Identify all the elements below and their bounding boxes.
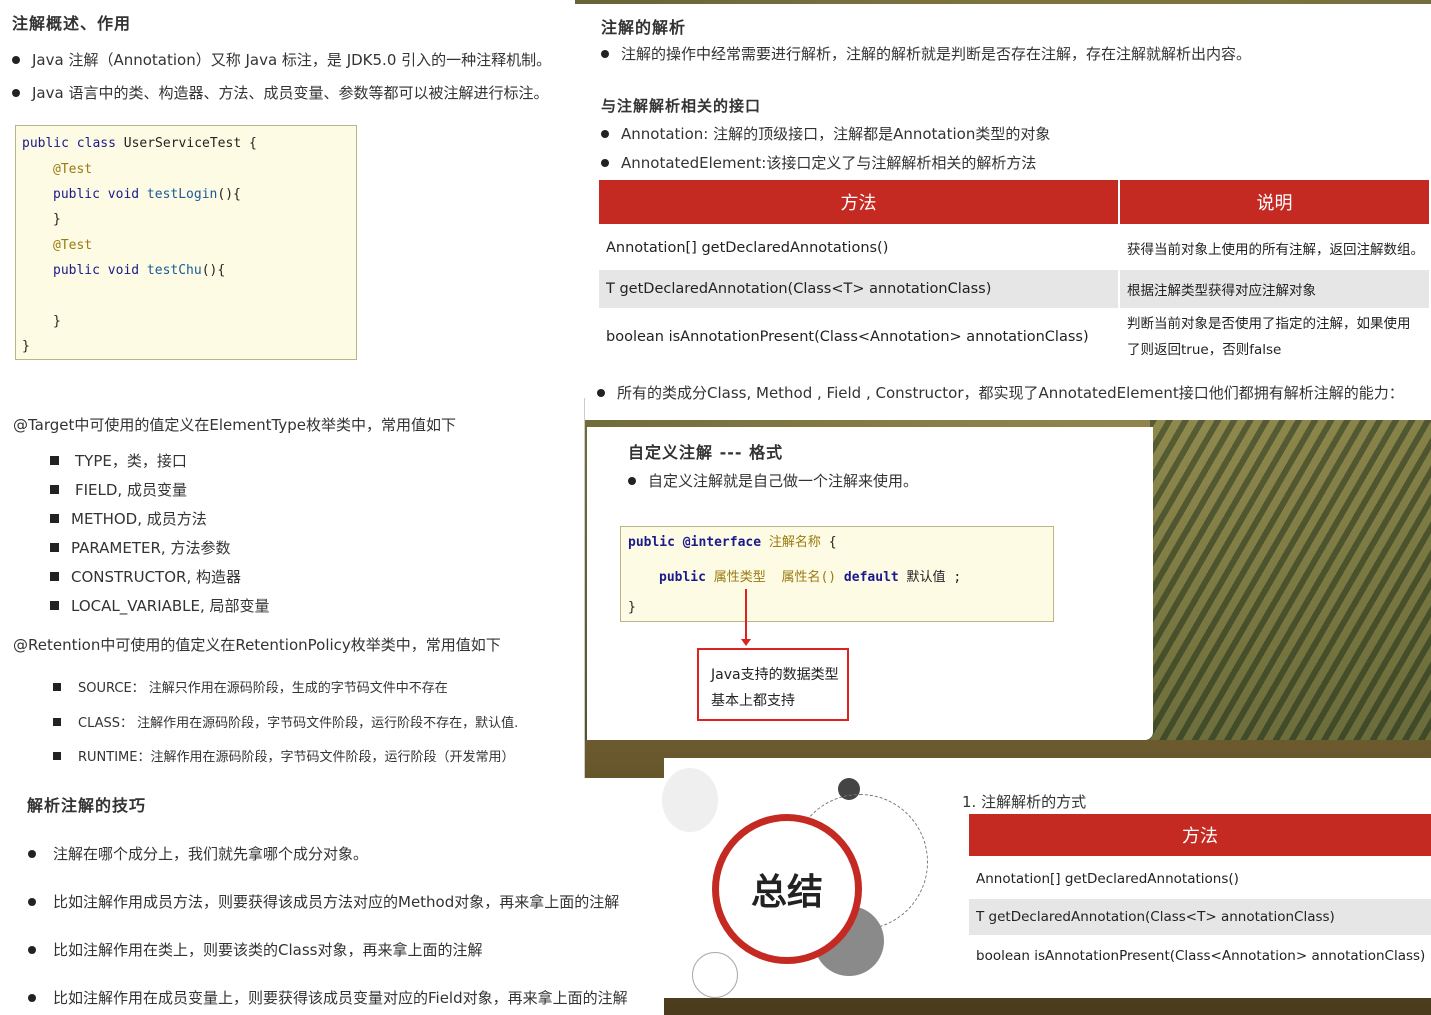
tips-item: 比如注解作用成员方法，则要获得该成员方法对应的Method对象，再来拿上面的注解	[28, 891, 619, 912]
code-example: public class UserServiceTest { @Test pub…	[15, 125, 357, 360]
table-cell-desc: 判断当前对象是否使用了指定的注解，如果使用了则返回true，否则false	[1127, 316, 1411, 358]
bullet-square	[53, 751, 61, 760]
retention-item: RUNTIME：注解作用在源码阶段，字节码文件阶段，运行阶段（开发常用）	[53, 746, 514, 765]
tips-item: 比如注解作用在类上，则要该类的Class对象，再来拿上面的注解	[28, 939, 482, 960]
intro-title: 注解概述、作用	[12, 14, 132, 33]
parse-bullet: 注解的操作中经常需要进行解析，注解的解析就是判断是否存在注解，存在注解就解析出内…	[601, 43, 1421, 64]
target-item: METHOD, 成员方法	[50, 508, 207, 529]
bullet-dot	[28, 850, 36, 858]
bullet-dot	[597, 389, 605, 397]
background-field-stripes	[1150, 420, 1431, 760]
tips-panel: 解析注解的技巧 注解在哪个成分上，我们就先拿哪个成分对象。 比如注解作用成员方法…	[0, 778, 664, 1015]
parse-subtitle: 与注解解析相关的接口	[601, 97, 762, 115]
retention-intro: @Retention中可使用的值定义在RetentionPolicy枚举类中，常…	[13, 636, 501, 654]
intro-panel: 注解概述、作用 Java 注解（Annotation）又称 Java 标注，是 …	[0, 0, 575, 398]
bullet-square	[50, 572, 59, 581]
table-cell-method: Annotation[] getDeclaredAnnotations()	[606, 240, 889, 256]
bullet-dot	[28, 898, 36, 906]
interface-item: AnnotatedElement:该接口定义了与注解解析相关的解析方法	[601, 152, 1036, 173]
bullet-square	[50, 601, 59, 610]
intro-bullet: Java 语言中的类、构造器、方法、成员变量、参数等都可以被注解进行标注。	[12, 82, 582, 103]
bullet-dot	[28, 946, 36, 954]
interface-item: Annotation: 注解的顶级接口，注解都是Annotation类型的对象	[601, 123, 1050, 144]
retention-item: SOURCE： 注解只作用在源码阶段，生成的字节码文件中不存在	[53, 677, 448, 696]
parse-footer: 所有的类成分Class, Method , Field , Constructo…	[597, 382, 1427, 403]
bullet-square	[53, 682, 61, 691]
bullet-dot	[628, 477, 636, 485]
tips-item: 注解在哪个成分上，我们就先拿哪个成分对象。	[28, 843, 368, 864]
parse-title: 注解的解析	[601, 18, 687, 37]
decor-circle	[662, 768, 718, 832]
table-cell-method: T getDeclaredAnnotation(Class<T> annotat…	[599, 270, 1118, 308]
table-cell-method: boolean isAnnotationPresent(Class<Annota…	[606, 329, 1089, 345]
summary-table-row: Annotation[] getDeclaredAnnotations()	[976, 870, 1239, 887]
bullet-square	[50, 514, 59, 523]
bullet-dot	[12, 89, 20, 97]
note-box: Java支持的数据类型 基本上都支持	[697, 648, 849, 721]
bullet-square	[53, 717, 61, 726]
target-item: LOCAL_VARIABLE, 局部变量	[50, 595, 270, 616]
summary-panel: 总结 1. 注解解析的方式 方法 Annotation[] getDeclare…	[662, 758, 1431, 998]
retention-item: CLASS： 注解作用在源码阶段，字节码文件阶段，运行阶段不存在，默认值.	[53, 712, 518, 731]
summary-table-row: boolean isAnnotationPresent(Class<Annota…	[976, 948, 1426, 964]
bullet-square	[50, 543, 59, 552]
bullet-dot	[28, 994, 36, 1002]
custom-bullet: 自定义注解就是自己做一个注解来使用。	[628, 470, 918, 491]
table-header-method: 方法	[599, 180, 1118, 224]
bullet-dot	[601, 50, 609, 58]
summary-table-row: T getDeclaredAnnotation(Class<T> annotat…	[969, 899, 1431, 935]
summary-badge: 总结	[712, 814, 862, 964]
summary-table-header: 方法	[969, 814, 1431, 856]
bullet-dot	[601, 130, 609, 138]
custom-title: 自定义注解 --- 格式	[628, 443, 784, 462]
table-cell-desc: 根据注解类型获得对应注解对象	[1120, 270, 1429, 308]
target-intro: @Target中可使用的值定义在ElementType枚举类中，常用值如下	[13, 416, 456, 434]
table-cell-desc: 获得当前对象上使用的所有注解，返回注解数组。	[1127, 242, 1424, 258]
intro-bullet: Java 注解（Annotation）又称 Java 标注，是 JDK5.0 引…	[12, 49, 572, 70]
target-item: PARAMETER, 方法参数	[50, 537, 230, 558]
target-item: FIELD, 成员变量	[50, 479, 187, 500]
bullet-square	[50, 485, 59, 494]
tips-title: 解析注解的技巧	[27, 796, 147, 815]
arrow-line	[745, 589, 747, 641]
parse-panel: 注解的解析 注解的操作中经常需要进行解析，注解的解析就是判断是否存在注解，存在注…	[575, 4, 1431, 420]
target-item: TYPE，类，接口	[50, 450, 187, 471]
bullet-dot	[12, 56, 20, 64]
decor-circle-outline	[692, 952, 738, 998]
tips-item: 比如注解作用在成员变量上，则要获得该成员变量对应的Field对象，再来拿上面的注…	[28, 987, 628, 1008]
arrow-head-icon	[741, 639, 751, 646]
bullet-dot	[601, 159, 609, 167]
custom-annotation-panel: 自定义注解 --- 格式 自定义注解就是自己做一个注解来使用。 public @…	[587, 427, 1153, 740]
bullet-square	[50, 456, 59, 465]
meta-annotation-panel: @Target中可使用的值定义在ElementType枚举类中，常用值如下 TY…	[0, 398, 585, 778]
target-item: CONSTRUCTOR, 构造器	[50, 566, 241, 587]
custom-code-box: public @interface 注解名称 { public 属性类型 属性名…	[620, 526, 1054, 622]
summary-heading: 1. 注解解析的方式	[962, 793, 1087, 811]
table-header-desc: 说明	[1120, 180, 1429, 224]
